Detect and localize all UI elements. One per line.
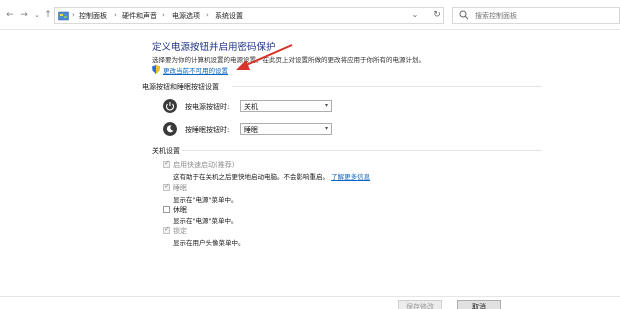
red-arrow-annotation	[236, 44, 293, 70]
cancel-button[interactable]: 取消	[457, 300, 501, 309]
change-unavailable-settings-link[interactable]: 更改当前不可用的设置	[163, 65, 228, 75]
footer-divider	[0, 296, 620, 297]
breadcrumb-separator-icon: ›	[206, 11, 209, 19]
search-box[interactable]	[452, 7, 620, 24]
uac-shield-icon	[152, 65, 160, 74]
power-button-label: 按电源按钮时:	[185, 103, 230, 111]
check-icon: ✓	[164, 159, 170, 167]
power-button-icon	[163, 99, 177, 113]
save-changes-button[interactable]: 保存修改	[398, 300, 442, 309]
lock-option-checkbox[interactable]: ✓	[163, 225, 170, 234]
sleep-option-checkbox[interactable]: ✓	[163, 182, 170, 191]
buttons-section-title: 电源按钮和睡眠按钮设置	[142, 83, 219, 91]
fast-startup-description: 这有助于在关机之后更快地启动电脑。不会影响重启。 了解更多信息	[173, 171, 370, 181]
breadcrumb-hardware-sound[interactable]: 硬件和声音	[122, 11, 157, 21]
fast-startup-label: 启用快速启动(推荐)	[173, 161, 235, 169]
fast-startup-desc-text: 这有助于在关机之后更快地启动电脑。不会影响重启。	[173, 173, 329, 181]
sleep-option-description: 显示在"电源"菜单中。	[173, 196, 238, 204]
power-button-action-select[interactable]: 关机 ▾	[240, 100, 332, 112]
fast-startup-checkbox[interactable]: ✓	[163, 159, 170, 168]
divider	[182, 150, 542, 151]
sleep-button-action-select[interactable]: 睡眠 ▾	[240, 123, 332, 135]
back-icon[interactable]: ←	[4, 9, 16, 21]
check-icon: ✓	[164, 182, 170, 190]
breadcrumb-power-options[interactable]: 电源选项	[172, 11, 200, 21]
forward-icon[interactable]: →	[18, 9, 30, 21]
chevron-down-icon: ▾	[324, 102, 328, 109]
power-button-action-value: 关机	[244, 103, 258, 111]
address-bar: ← → ⌄ ↑ › 控制面板 › 硬件和声音 › 电源选项 › 系统设置 ⌄ ↻	[0, 0, 620, 30]
hibernate-option-description: 显示在"电源"菜单中。	[173, 217, 238, 225]
sleep-button-action-value: 睡眠	[244, 126, 258, 134]
refresh-icon[interactable]: ↻	[430, 8, 444, 22]
shutdown-section-title: 关机设置	[152, 147, 180, 155]
hibernate-option-checkbox[interactable]	[163, 206, 170, 213]
sleep-button-icon	[163, 122, 177, 136]
sleep-option-label: 睡眠	[173, 184, 187, 192]
breadcrumb-control-panel[interactable]: 控制面板	[79, 11, 107, 21]
search-input[interactable]	[475, 10, 615, 22]
breadcrumb-separator-icon: ›	[162, 11, 165, 19]
search-icon	[459, 10, 469, 20]
address-dropdown-icon[interactable]: ⌄	[409, 8, 421, 22]
lock-option-description: 显示在用户头像菜单中。	[173, 239, 245, 247]
breadcrumb-separator-icon: ›	[72, 11, 75, 19]
learn-more-link[interactable]: 了解更多信息	[331, 173, 370, 181]
sleep-button-label: 按睡眠按钮时:	[185, 126, 230, 134]
check-icon: ✓	[164, 225, 170, 233]
chevron-down-icon: ▾	[324, 125, 328, 132]
breadcrumb-system-settings[interactable]: 系统设置	[215, 11, 243, 21]
control-panel-icon	[58, 11, 69, 21]
path-box[interactable]: › 控制面板 › 硬件和声音 › 电源选项 › 系统设置	[54, 7, 444, 24]
up-icon[interactable]: ↑	[42, 9, 54, 21]
breadcrumb-separator-icon: ›	[114, 11, 117, 19]
hibernate-option-label: 休眠	[173, 206, 187, 214]
lock-option-label: 锁定	[173, 227, 187, 235]
divider	[232, 86, 542, 87]
